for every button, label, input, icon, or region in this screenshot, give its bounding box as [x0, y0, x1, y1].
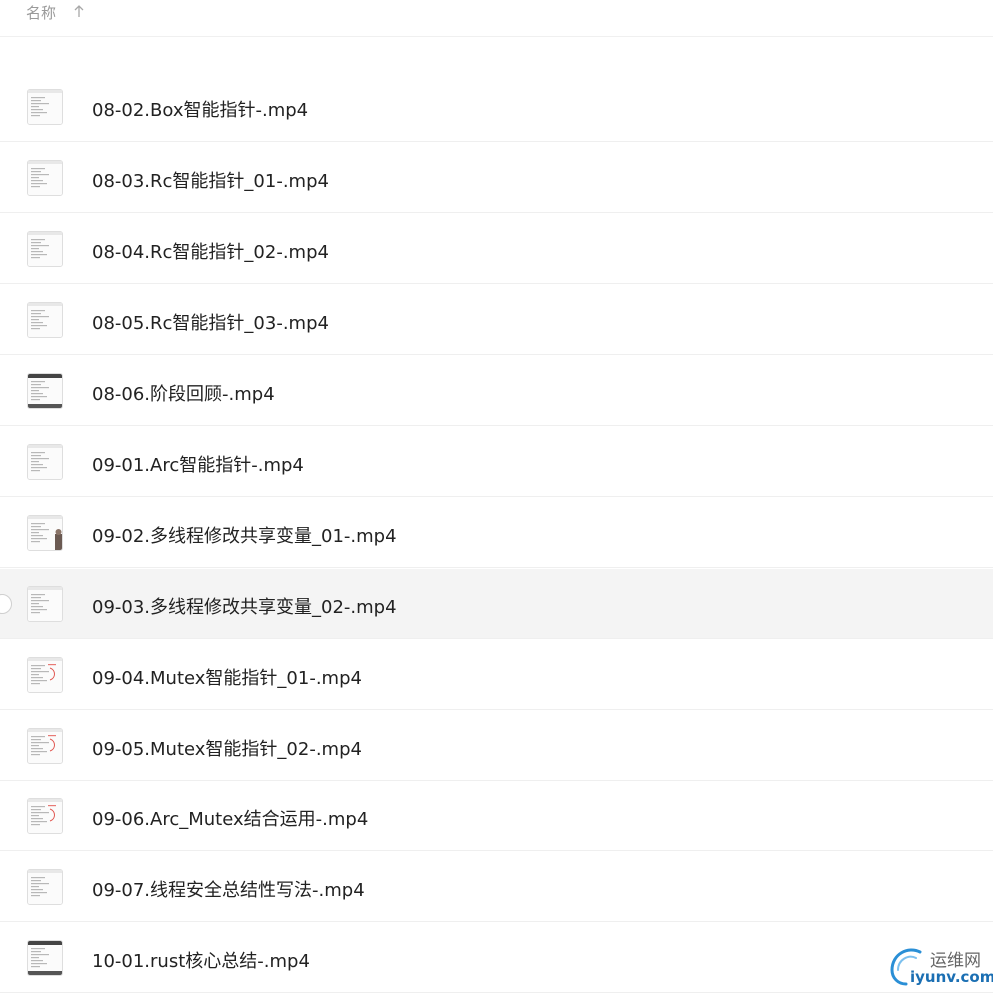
video-thumbnail	[27, 160, 63, 197]
file-name[interactable]: 09-06.Arc_Mutex结合运用-.mp4	[92, 805, 368, 831]
file-row[interactable]: 09-05.Mutex智能指针_02-.mp4	[0, 711, 993, 781]
file-name[interactable]: 08-05.Rc智能指针_03-.mp4	[92, 309, 329, 335]
file-row[interactable]: 09-07.线程安全总结性写法-.mp4	[0, 852, 993, 923]
video-thumbnail	[27, 869, 63, 906]
file-name[interactable]: 08-04.Rc智能指针_02-.mp4	[92, 238, 329, 264]
file-name[interactable]: 09-07.线程安全总结性写法-.mp4	[92, 876, 365, 902]
video-thumbnail	[27, 231, 63, 268]
file-row[interactable]: 08-02.Box智能指针-.mp4	[0, 72, 993, 143]
video-thumbnail	[27, 443, 63, 480]
video-thumbnail	[27, 373, 63, 409]
file-row[interactable]: 10-01.rust核心总结-.mp4	[0, 923, 993, 993]
row-select-checkbox[interactable]	[0, 593, 12, 614]
video-thumbnail	[27, 585, 63, 622]
watermark-logo: 运维网 iyunv.com	[886, 944, 993, 988]
file-row[interactable]: 08-06.阶段回顾-.mp4	[0, 356, 993, 426]
file-name[interactable]: 10-01.rust核心总结-.mp4	[92, 947, 310, 973]
file-name[interactable]: 08-03.Rc智能指针_01-.mp4	[92, 167, 329, 193]
file-row[interactable]: 08-03.Rc智能指针_01-.mp4	[0, 143, 993, 214]
video-thumbnail	[27, 940, 63, 977]
watermark-text-domain: iyunv.com	[910, 968, 993, 986]
file-row[interactable]: 09-02.多线程修改共享变量_01-.mp4	[0, 498, 993, 568]
file-row[interactable]: 09-04.Mutex智能指针_01-.mp4	[0, 640, 993, 710]
file-row[interactable]: 09-01.Arc智能指针-.mp4	[0, 427, 993, 497]
file-name[interactable]: 09-05.Mutex智能指针_02-.mp4	[92, 735, 362, 761]
file-name[interactable]: 09-03.多线程修改共享变量_02-.mp4	[92, 593, 397, 619]
file-row[interactable]: 09-03.多线程修改共享变量_02-.mp4	[0, 568, 993, 639]
video-thumbnail	[27, 656, 63, 693]
name-column-header[interactable]: 名称	[26, 2, 56, 23]
video-thumbnail	[27, 89, 63, 126]
file-name[interactable]: 08-02.Box智能指针-.mp4	[92, 96, 308, 122]
file-list: 08-01.智能指针开篇-.mp408-02.Box智能指针-.mp408-03…	[0, 0, 993, 993]
file-row[interactable]: 08-05.Rc智能指针_03-.mp4	[0, 285, 993, 356]
sort-ascending-icon[interactable]	[73, 4, 85, 18]
file-name[interactable]: 09-04.Mutex智能指针_01-.mp4	[92, 664, 362, 690]
file-name[interactable]: 08-06.阶段回顾-.mp4	[92, 380, 275, 406]
video-thumbnail	[27, 798, 63, 835]
video-thumbnail	[27, 514, 63, 551]
video-thumbnail	[27, 727, 63, 764]
list-header: 名称	[0, 0, 993, 37]
file-row[interactable]: 09-06.Arc_Mutex结合运用-.mp4	[0, 781, 993, 852]
file-row[interactable]: 08-04.Rc智能指针_02-.mp4	[0, 214, 993, 285]
file-name[interactable]: 09-01.Arc智能指针-.mp4	[92, 451, 304, 477]
video-thumbnail	[27, 302, 63, 339]
file-name[interactable]: 09-02.多线程修改共享变量_01-.mp4	[92, 522, 397, 548]
